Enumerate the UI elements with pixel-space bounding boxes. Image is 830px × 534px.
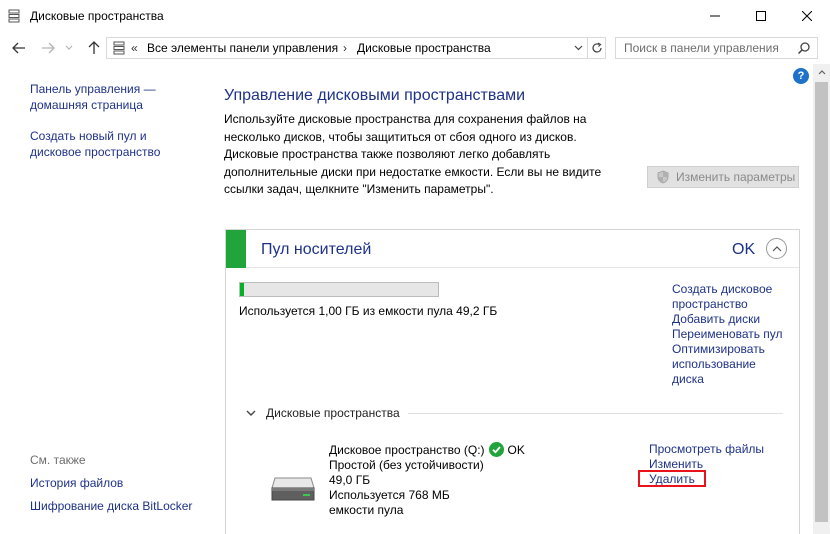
pool-usage-bar xyxy=(239,282,439,297)
pool-usage-fill xyxy=(240,283,244,296)
see-also-label: См. также xyxy=(30,453,86,467)
space-used-line2: емкости пула xyxy=(329,503,404,517)
shield-icon xyxy=(657,170,669,184)
storage-spaces-section-title: Дисковые пространства xyxy=(266,406,400,420)
help-button[interactable]: ? xyxy=(793,68,809,84)
storage-space-info: Дисковое пространство (Q:) OK Простой (бе… xyxy=(329,442,525,518)
chevron-down-icon xyxy=(246,410,256,416)
close-button[interactable] xyxy=(784,0,830,32)
optimize-drive-usage-link[interactable]: Оптимизировать использование диска xyxy=(672,342,797,387)
page-description: Используйте дисковые пространства для со… xyxy=(224,112,602,196)
optimize-line2: использование xyxy=(672,357,756,371)
section-toggle[interactable] xyxy=(244,406,258,420)
pool-status: OK xyxy=(732,241,756,258)
breadcrumb-storage-spaces[interactable]: Дисковые пространства xyxy=(357,41,491,55)
delete-link-highlight xyxy=(638,470,706,487)
space-status: OK xyxy=(507,443,525,457)
storage-spaces-icon xyxy=(8,9,20,23)
create-space-line1: Создать дисковое xyxy=(672,282,773,296)
change-settings-label: Изменить параметры xyxy=(676,170,796,184)
create-link-line1: Создать новый пул и xyxy=(30,129,147,143)
vertical-scrollbar[interactable] xyxy=(813,64,830,534)
home-link-line1: Панель управления — xyxy=(30,82,156,96)
search-placeholder: Поиск в панели управления xyxy=(624,41,779,55)
minimize-icon xyxy=(710,15,720,17)
create-space-link[interactable]: Создать дисковое пространство xyxy=(672,282,797,312)
pool-task-links: Создать дисковое пространство Добавить д… xyxy=(672,282,797,387)
up-button[interactable] xyxy=(84,38,104,58)
virtual-drive-icon xyxy=(271,477,315,501)
change-settings-button[interactable]: Изменить параметры xyxy=(647,166,799,188)
pool-header: Пул носителей OK xyxy=(226,230,799,268)
storage-pool-panel: Пул носителей OK Используется 1,00 ГБ из… xyxy=(225,229,800,534)
back-button[interactable] xyxy=(9,38,29,58)
chevron-down-icon xyxy=(65,45,73,50)
search-icon[interactable] xyxy=(797,41,811,55)
refresh-icon xyxy=(591,42,602,53)
pool-title: Пул носителей xyxy=(261,241,372,258)
breadcrumb-separator[interactable]: › xyxy=(343,41,347,55)
space-size: 49,0 ГБ xyxy=(329,473,371,487)
search-box[interactable]: Поиск в панели управления xyxy=(615,37,818,59)
recent-locations-button[interactable] xyxy=(62,38,76,58)
checkmark-icon xyxy=(488,442,504,457)
file-history-link[interactable]: История файлов xyxy=(30,475,123,491)
scroll-thumb[interactable] xyxy=(815,82,828,522)
refresh-button[interactable] xyxy=(587,38,605,58)
close-icon xyxy=(802,11,812,21)
pool-collapse-button[interactable] xyxy=(766,238,787,259)
optimize-line3: диска xyxy=(672,372,704,386)
optimize-line1: Оптимизировать xyxy=(672,342,765,356)
breadcrumb-all-items[interactable]: Все элементы панели управления xyxy=(147,41,338,55)
space-used-line1: Используется 768 МБ xyxy=(329,488,450,502)
control-panel-home-link[interactable]: Панель управления — домашняя страница xyxy=(30,81,156,113)
storage-spaces-section-header[interactable]: Дисковые пространства xyxy=(244,406,400,420)
address-bar[interactable]: « Все элементы панели управления › Диско… xyxy=(106,37,606,59)
address-dropdown-button[interactable] xyxy=(569,38,587,58)
add-disks-link[interactable]: Добавить диски xyxy=(672,312,797,327)
forward-button[interactable] xyxy=(38,38,58,58)
maximize-icon xyxy=(756,11,766,21)
chevron-down-icon xyxy=(574,45,582,51)
breadcrumb-overflow[interactable]: « xyxy=(131,41,138,55)
create-space-line2: пространство xyxy=(672,297,748,311)
section-divider xyxy=(408,413,783,414)
create-link-line2: дисковое пространство xyxy=(30,145,161,159)
create-pool-link[interactable]: Создать новый пул и дисковое пространств… xyxy=(30,128,160,160)
rename-pool-link[interactable]: Переименовать пул xyxy=(672,327,797,342)
scroll-up-button[interactable] xyxy=(813,64,830,81)
home-link-line2: домашняя страница xyxy=(30,98,143,112)
window-title: Дисковые пространства xyxy=(30,9,164,23)
up-arrow-icon xyxy=(88,41,100,54)
pool-status-indicator xyxy=(226,230,246,268)
minimize-button[interactable] xyxy=(692,0,738,32)
chevron-up-icon xyxy=(818,70,825,75)
space-resiliency: Простой (без устойчивости) xyxy=(329,458,484,472)
back-arrow-icon xyxy=(12,42,25,54)
forward-arrow-icon xyxy=(42,42,55,54)
pool-usage-text: Используется 1,00 ГБ из емкости пула 49,… xyxy=(239,304,498,318)
title-bar: Дисковые пространства xyxy=(0,0,830,32)
view-files-link[interactable]: Просмотреть файлы xyxy=(649,442,789,457)
chevron-up-icon xyxy=(772,245,781,251)
maximize-button[interactable] xyxy=(738,0,784,32)
left-pane: Панель управления — домашняя страница Со… xyxy=(0,64,206,534)
control-panel-icon xyxy=(113,41,125,55)
page-title: Управление дисковыми пространствами xyxy=(224,87,526,104)
space-name: Дисковое пространство (Q:) xyxy=(329,443,485,457)
bitlocker-link[interactable]: Шифрование диска BitLocker xyxy=(30,498,192,514)
